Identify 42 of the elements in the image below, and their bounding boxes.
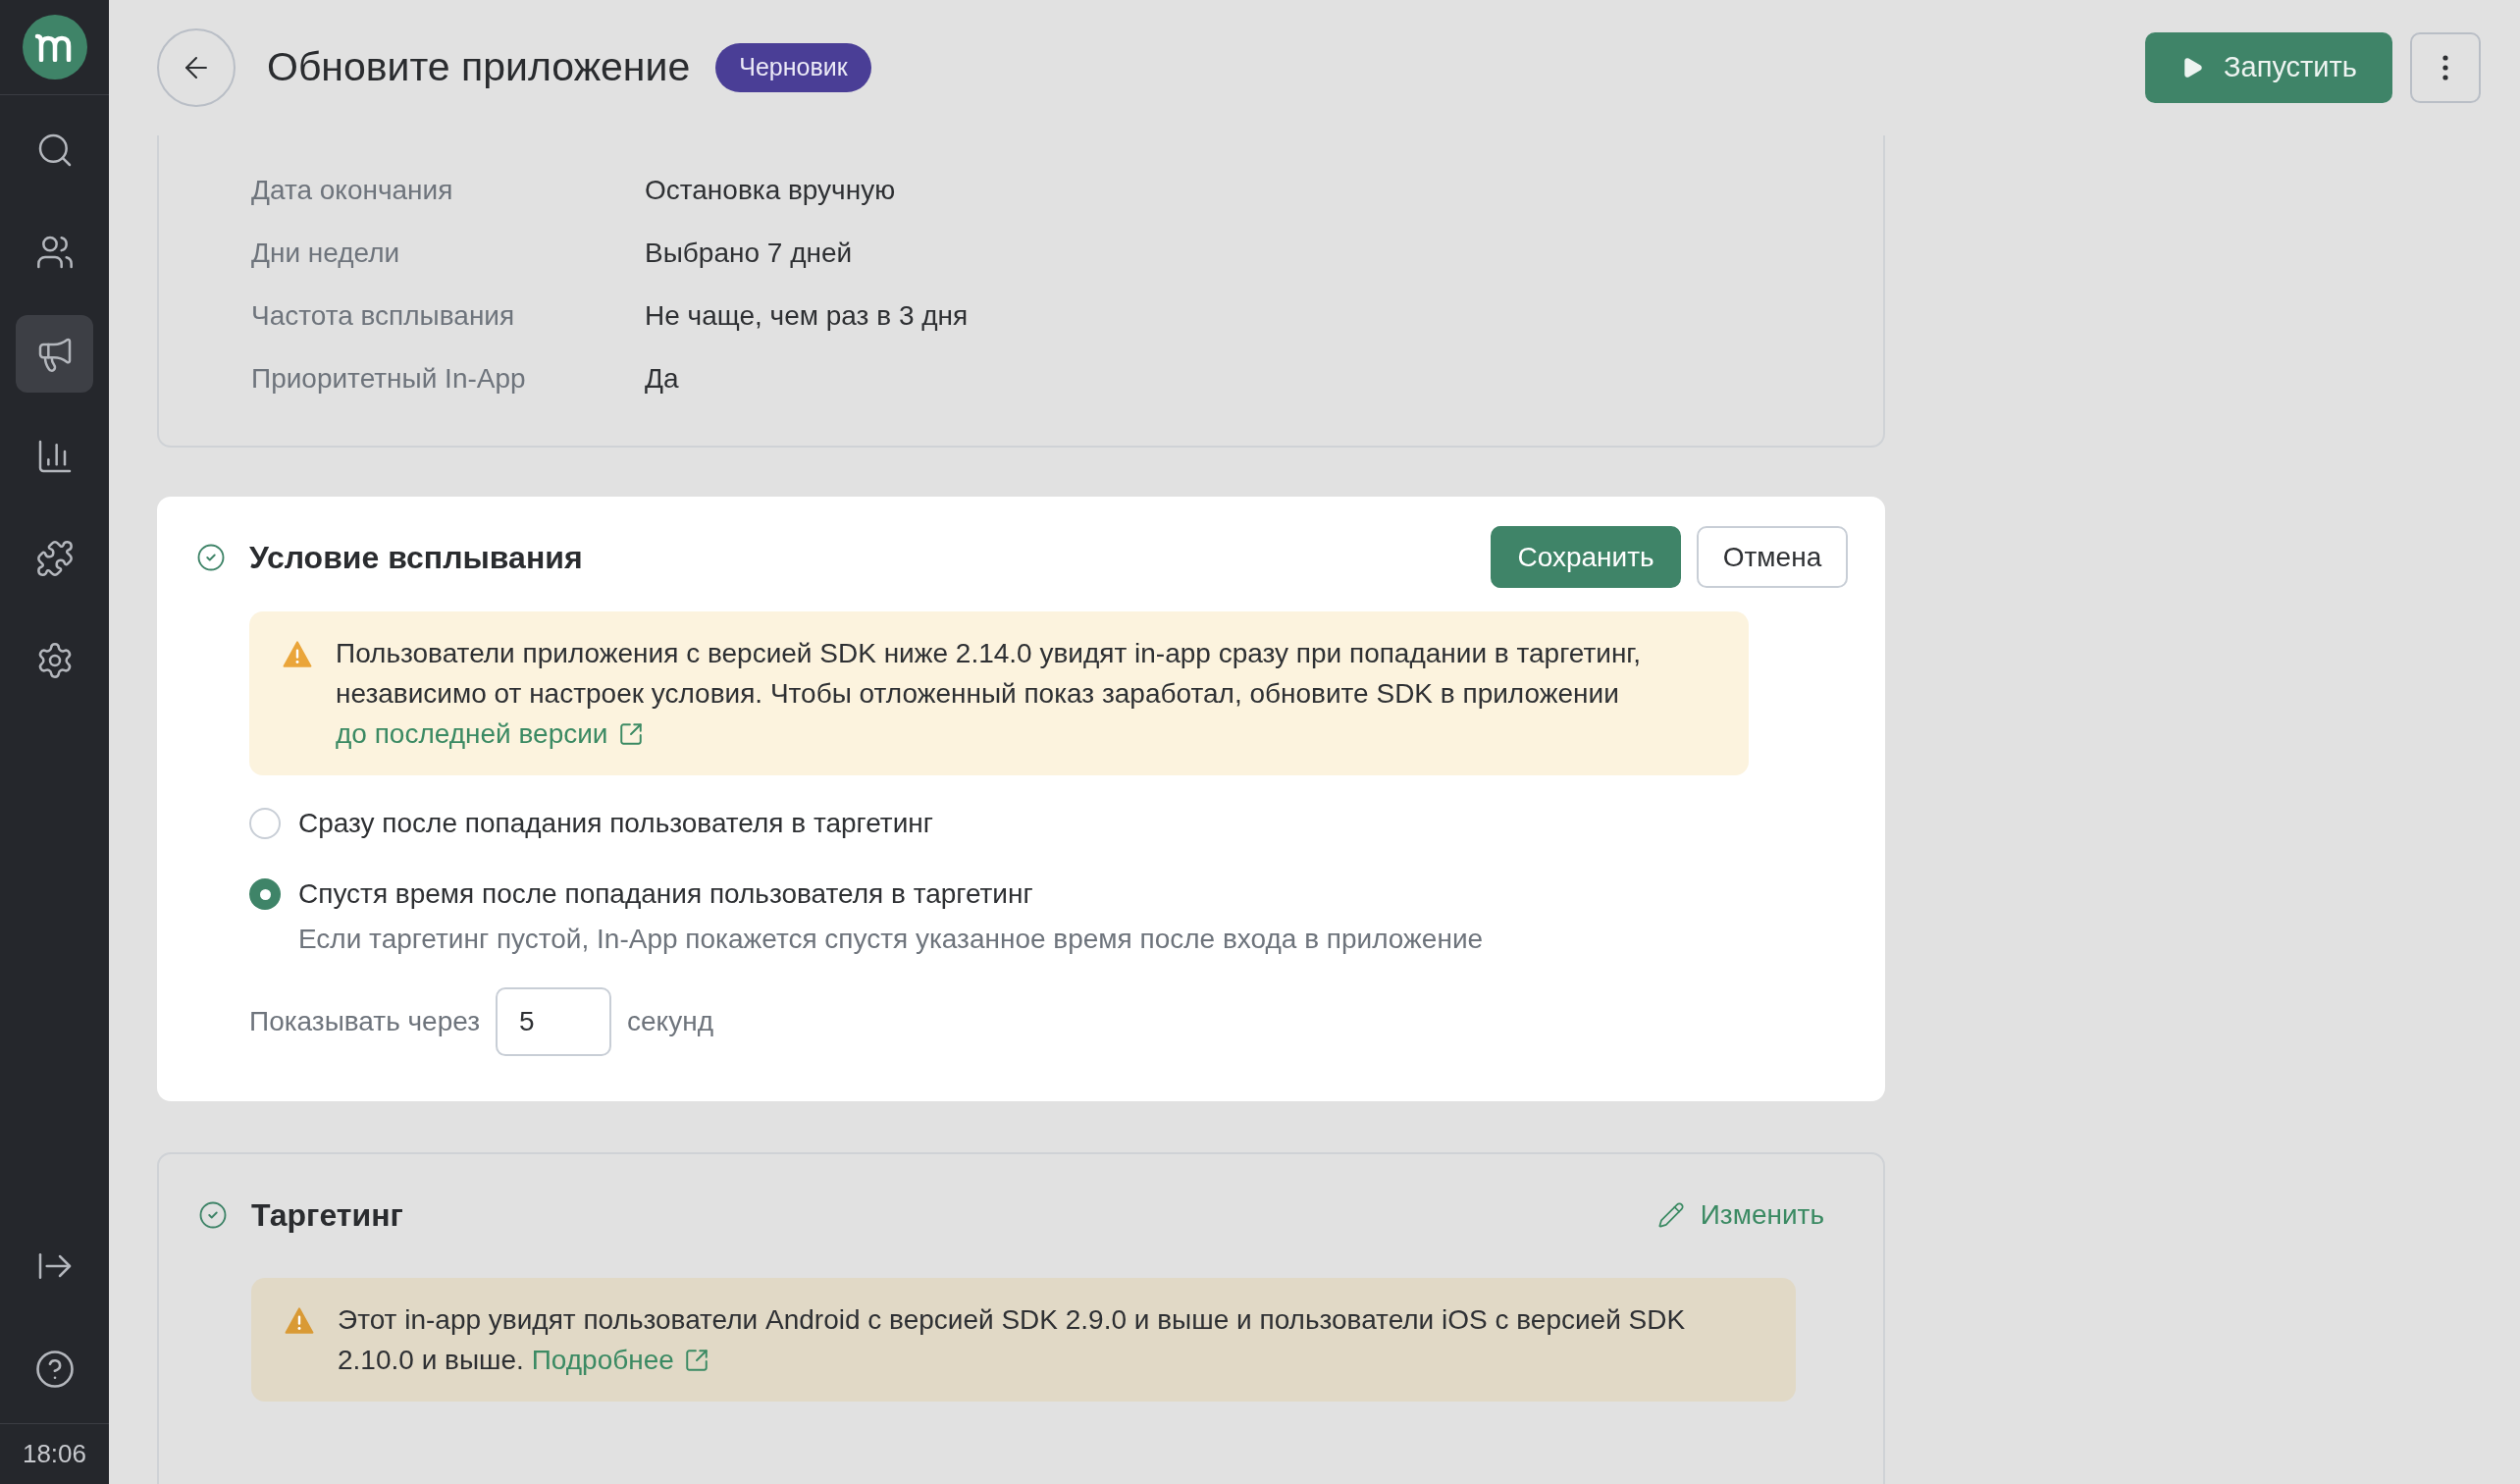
external-link-icon bbox=[683, 1347, 709, 1373]
delay-label: Показывать через bbox=[249, 1005, 481, 1038]
external-link[interactable]: Подробнее bbox=[531, 1340, 709, 1380]
external-link[interactable]: до последней версии bbox=[336, 714, 644, 754]
external-link-icon bbox=[617, 720, 644, 747]
field-label: Дни недели bbox=[251, 237, 401, 270]
option-label: Сразу после попадания пользователя в таргетинг bbox=[298, 807, 933, 840]
radio-button[interactable] bbox=[249, 808, 281, 839]
field-label: Приоритетный In-App bbox=[251, 362, 527, 396]
pencil-icon bbox=[1656, 1201, 1685, 1229]
save-button[interactable]: Сохранить bbox=[1491, 526, 1681, 588]
field-value: Да bbox=[645, 362, 679, 396]
delay-input[interactable]: 5 bbox=[496, 987, 612, 1056]
nav-item[interactable] bbox=[16, 315, 93, 393]
cancel-button[interactable]: Отмена bbox=[1697, 526, 1848, 588]
run-button[interactable]: Запустить bbox=[2145, 32, 2392, 103]
clock-time: 18:06 bbox=[22, 1438, 87, 1470]
field-value: Выбрано 7 дней bbox=[645, 237, 853, 270]
edit-button[interactable]: Изменить bbox=[1656, 1194, 1824, 1236]
more-icon bbox=[2442, 55, 2448, 80]
check-circle-icon bbox=[196, 542, 226, 572]
delay-unit: секунд bbox=[627, 1005, 713, 1038]
field-value: Остановка вручную bbox=[645, 174, 896, 207]
field-label: Дата окончания bbox=[251, 174, 454, 207]
help-icon[interactable] bbox=[33, 1349, 76, 1390]
warning-icon bbox=[283, 641, 312, 667]
puzzle-icon bbox=[34, 538, 75, 578]
radio-option[interactable]: Сразу после попадания пользователя в таргетинг bbox=[249, 803, 1848, 844]
field-value: Не чаще, чем раз в 3 дня bbox=[645, 299, 969, 333]
warning-text: Пользователи приложения с версией SDK ниже 2.14.0 увидят in-app сразу при попадании в таргетинг, независимо от настроек условия. Чтобы отложенный показ заработал, обновите SDK в приложении до последней версии bbox=[336, 633, 1715, 754]
warning-icon bbox=[285, 1307, 314, 1334]
field-label: Частота всплывания bbox=[251, 299, 516, 333]
check-circle-icon bbox=[198, 1200, 228, 1230]
radio-option[interactable]: Спустя время после попадания пользователя в таргетинг bbox=[249, 874, 1848, 915]
radio-button[interactable] bbox=[249, 878, 281, 910]
option-label: Спустя время после попадания пользователя в таргетинг bbox=[298, 877, 1033, 911]
option-hint: Если таргетинг пустой, In-App покажется спустя указанное время после входа в приложение bbox=[298, 923, 1485, 956]
section-title: Таргетинг bbox=[251, 1196, 403, 1235]
warning-text: Этот in-app увидят пользователи Android с версией SDK 2.9.0 и выше и пользователи iOS с версией SDK 2.10.0 и выше. Подробнее bbox=[338, 1299, 1762, 1380]
section-title: Условие всплывания bbox=[249, 538, 583, 577]
status-badge: Черновик bbox=[715, 43, 871, 92]
page-title: Обновите приложение bbox=[267, 43, 691, 92]
